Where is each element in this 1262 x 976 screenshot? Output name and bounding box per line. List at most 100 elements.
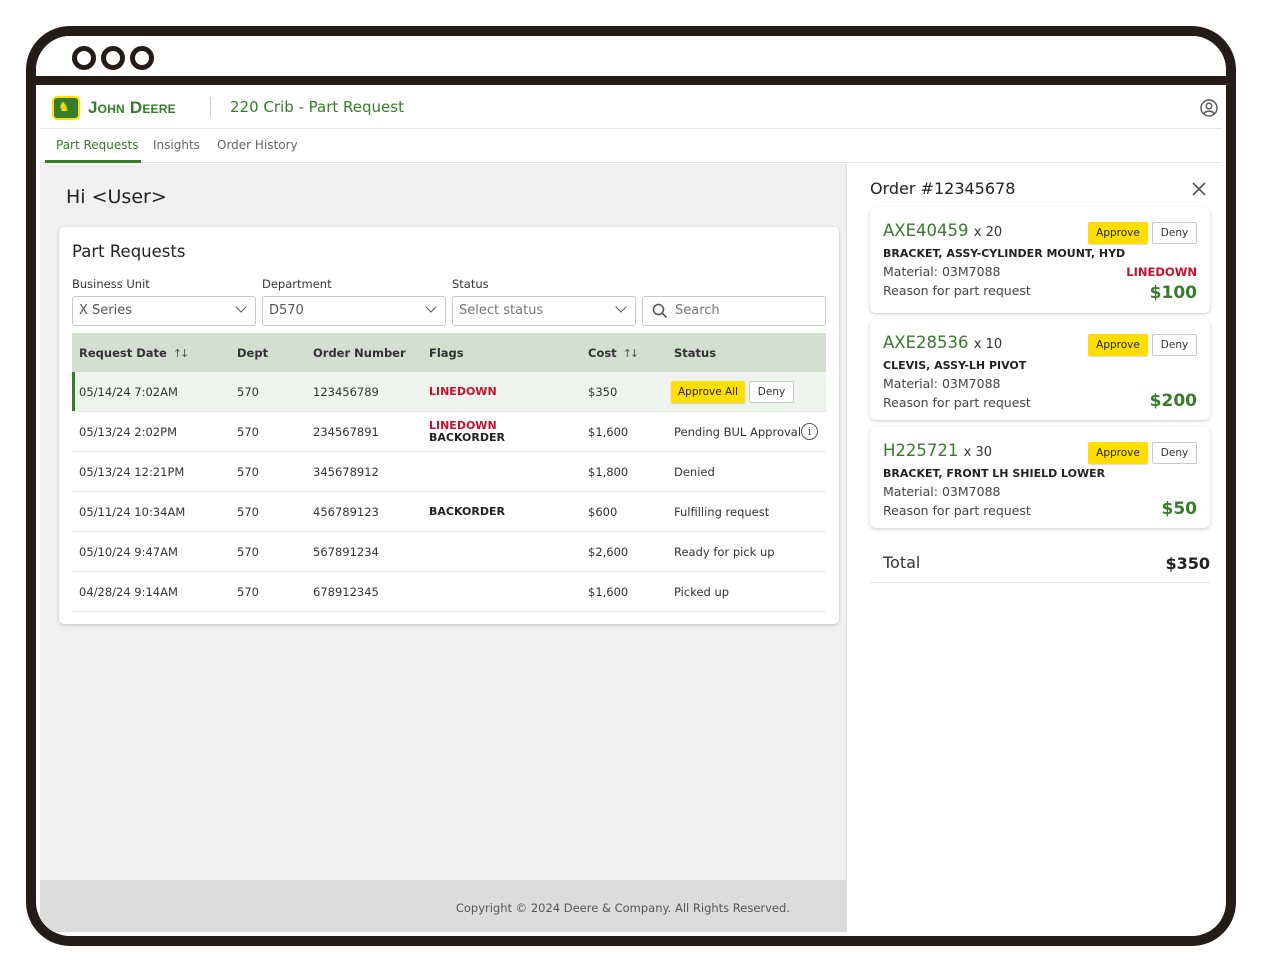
window-dot-icon[interactable] <box>72 46 96 70</box>
cell-date: 05/13/24 12:21PM <box>79 465 185 479</box>
status-placeholder: Select status <box>459 303 544 318</box>
part-number: AXE40459 x 20 <box>883 221 1002 240</box>
order-detail-panel: Order #12345678 AXE40459 x 20 Approve De… <box>846 164 1222 932</box>
brand-name: John Deere <box>88 98 176 117</box>
approve-button[interactable]: Approve <box>1088 222 1148 244</box>
search-placeholder: Search <box>675 303 720 318</box>
cell-dept: 570 <box>237 385 259 399</box>
part-quantity: x 10 <box>973 337 1003 352</box>
approve-all-button[interactable]: Approve All <box>671 381 745 403</box>
total-value: $350 <box>1165 554 1210 573</box>
table-row[interactable]: 05/14/24 7:02AM 570 123456789 LINEDOWN $… <box>72 372 826 412</box>
cell-date: 05/14/24 7:02AM <box>79 385 178 399</box>
part-quantity: x 30 <box>963 445 993 460</box>
flag-linedown: LINEDOWN <box>429 385 497 398</box>
business-unit-value: X Series <box>79 303 133 318</box>
department-select[interactable]: D570 <box>262 296 446 326</box>
cell-status: Denied <box>674 465 715 479</box>
part-id: AXE28536 <box>883 333 969 352</box>
order-title: Order #12345678 <box>870 179 1016 198</box>
col-label: Cost <box>588 346 617 360</box>
close-icon[interactable] <box>1192 182 1206 196</box>
part-material: Material: 03M7088 <box>883 376 1001 391</box>
top-bar: ♞ John Deere 220 Crib - Part Request <box>40 85 1222 129</box>
department-value: D570 <box>269 303 304 318</box>
part-material: Material: 03M7088 <box>883 264 1001 279</box>
col-cost[interactable]: Cost ↑↓ <box>588 346 640 360</box>
user-profile-icon[interactable] <box>1200 99 1218 117</box>
part-price: $100 <box>1149 283 1197 303</box>
window-chrome <box>36 36 1226 76</box>
window-dot-icon[interactable] <box>130 46 154 70</box>
sort-icon[interactable]: ↑↓ <box>623 347 640 360</box>
window-dot-icon[interactable] <box>101 46 125 70</box>
cell-order: 567891234 <box>313 545 379 559</box>
part-name: CLEVIS, ASSY-LH PIVOT <box>883 359 1027 372</box>
part-id: AXE40459 <box>883 221 969 240</box>
chevron-down-icon <box>425 301 437 313</box>
part-name: BRACKET, FRONT LH SHIELD LOWER <box>883 467 1106 480</box>
tab-insights[interactable]: Insights <box>153 138 200 152</box>
table-row[interactable]: 05/13/24 2:02PM 570 234567891 LINEDOWN B… <box>72 412 826 452</box>
device-screen: ♞ John Deere 220 Crib - Part Request Par… <box>36 36 1226 936</box>
tab-order-history[interactable]: Order History <box>217 138 298 152</box>
col-request-date[interactable]: Request Date ↑↓ <box>79 346 190 360</box>
order-item-card: AXE40459 x 20 Approve Deny BRACKET, ASSY… <box>870 207 1210 313</box>
app-title: 220 Crib - Part Request <box>230 98 404 116</box>
cell-order: 678912345 <box>313 585 379 599</box>
deny-button[interactable]: Deny <box>1152 334 1197 356</box>
status-select[interactable]: Select status <box>452 296 636 326</box>
device-frame: ♞ John Deere 220 Crib - Part Request Par… <box>26 26 1236 946</box>
table-row[interactable]: 04/28/24 9:14AM 570 678912345 $1,600 Pic… <box>72 572 826 612</box>
deny-button[interactable]: Deny <box>1152 442 1197 464</box>
department-label: Department <box>262 277 332 291</box>
cell-status: Pending BUL Approval <box>674 425 802 439</box>
requests-table: Request Date ↑↓ Dept Order Number Flags C… <box>72 333 826 612</box>
part-reason: Reason for part request <box>883 395 1031 410</box>
part-price: $50 <box>1161 499 1198 519</box>
table-row[interactable]: 05/10/24 9:47AM 570 567891234 $2,600 Rea… <box>72 532 826 572</box>
deer-logo-icon: ♞ <box>52 96 80 120</box>
flag-backorder: BACKORDER <box>429 505 505 518</box>
cell-status: Picked up <box>674 585 730 599</box>
active-tab-indicator <box>45 160 141 163</box>
table-header: Request Date ↑↓ Dept Order Number Flags C… <box>72 333 826 372</box>
info-icon[interactable]: i <box>801 423 818 440</box>
search-input[interactable]: Search <box>642 296 826 326</box>
part-number: H225721 x 30 <box>883 441 992 460</box>
approve-button[interactable]: Approve <box>1088 334 1148 356</box>
part-quantity: x 20 <box>973 225 1003 240</box>
part-id: H225721 <box>883 441 959 460</box>
flag-backorder: BACKORDER <box>429 431 505 444</box>
business-unit-select[interactable]: X Series <box>72 296 256 326</box>
table-row[interactable]: 05/11/24 10:34AM 570 456789123 BACKORDER… <box>72 492 826 532</box>
part-reason: Reason for part request <box>883 503 1031 518</box>
deny-button[interactable]: Deny <box>749 381 794 403</box>
cell-cost: $350 <box>588 385 618 399</box>
part-material: Material: 03M7088 <box>883 484 1001 499</box>
cell-flags: BACKORDER <box>429 506 505 518</box>
cell-cost: $1,600 <box>588 425 629 439</box>
copyright-text: Copyright © 2024 Deere & Company. All Ri… <box>455 901 790 915</box>
card-title: Part Requests <box>72 242 186 261</box>
table-row[interactable]: 05/13/24 12:21PM 570 345678912 $1,800 De… <box>72 452 826 492</box>
approve-button[interactable]: Approve <box>1088 442 1148 464</box>
deny-button[interactable]: Deny <box>1152 222 1197 244</box>
chevron-down-icon <box>615 301 627 313</box>
tab-part-requests[interactable]: Part Requests <box>56 138 139 152</box>
total-label: Total <box>883 553 921 572</box>
status-label: Status <box>452 277 489 291</box>
brand-logo[interactable]: ♞ John Deere <box>52 96 176 120</box>
part-price: $200 <box>1149 391 1197 411</box>
cell-order: 234567891 <box>313 425 379 439</box>
flag-linedown: LINEDOWN <box>1126 265 1197 279</box>
part-reason: Reason for part request <box>883 283 1031 298</box>
order-total: Total $350 <box>870 547 1210 583</box>
chrome-divider <box>36 76 1226 85</box>
order-item-card: H225721 x 30 Approve Deny BRACKET, FRONT… <box>870 427 1210 528</box>
cell-date: 04/28/24 9:14AM <box>79 585 178 599</box>
sort-icon[interactable]: ↑↓ <box>173 347 190 360</box>
part-name: BRACKET, ASSY-CYLINDER MOUNT, HYD <box>883 247 1126 260</box>
cell-date: 05/13/24 2:02PM <box>79 425 177 439</box>
greeting: Hi <User> <box>66 186 167 208</box>
